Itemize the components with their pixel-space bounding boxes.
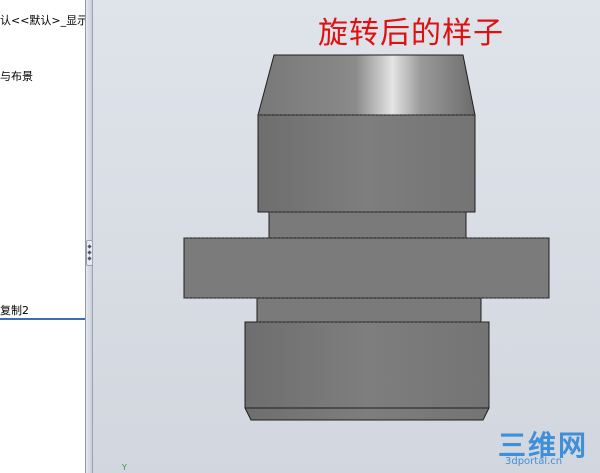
- top-chamfer-face: [257, 54, 476, 116]
- model-body: [183, 54, 550, 421]
- bottom-cylinder-face: [244, 321, 490, 421]
- upper-neck-face: [268, 211, 467, 239]
- rotated-part-model[interactable]: [0, 0, 600, 473]
- annotation-caption: 旋转后的样子: [318, 16, 504, 51]
- upper-cylinder-face: [257, 114, 476, 213]
- watermark-url: 3dportal.cn: [505, 456, 563, 467]
- axis-triad-y-label: Y: [122, 463, 127, 472]
- lower-neck-face: [256, 297, 482, 323]
- flange-face: [183, 237, 550, 299]
